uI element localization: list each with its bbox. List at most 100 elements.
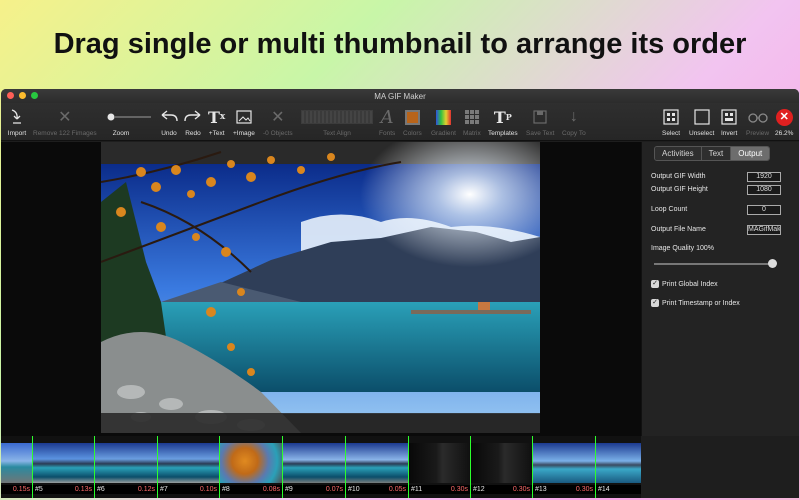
panel-tabs: Activities Text Output [654,146,771,161]
frame-info-bar: #8 0.08s [220,485,282,494]
frame-info-bar: #12 0.30s [471,485,532,494]
image-quality-slider-knob[interactable] [768,259,777,268]
thumbnail-frame[interactable]: #13 0.30s [533,439,595,494]
tab-output[interactable]: Output [731,147,770,160]
thumbnail-frame[interactable]: #6 0.12s [95,439,157,494]
frame-info-bar: #9 0.07s [283,485,345,494]
window-controls [7,92,38,99]
thumbnail-frame[interactable]: #12 0.30s [471,439,532,494]
remove-frames-label: Remove 122 Fimages [33,130,97,137]
frame-preview [1,443,32,483]
import-button[interactable]: Import [7,105,27,137]
copy-to-button[interactable]: ↓ Copy To [562,105,586,137]
thumbnail-frame[interactable]: #10 0.05s [346,439,408,494]
promo-banner: Drag single or multi thumbnail to arrang… [53,27,747,60]
output-height-field[interactable]: 1080 [747,185,781,195]
frame-preview [533,443,595,483]
undo-button[interactable]: Undo [159,105,179,137]
frame-preview [409,443,470,483]
frame-preview [346,443,408,483]
unselect-button[interactable]: Unselect [689,105,714,137]
zoom-level-readout: 26.2% [775,130,794,137]
zoom-slider-track[interactable] [107,105,151,129]
glasses-icon [747,105,768,129]
save-text-button[interactable]: Save Text [526,105,554,137]
frame-info-bar: 0.15s [1,485,32,494]
colors-label: Colors [403,130,422,137]
frame-duration: 0.07s [325,486,343,493]
close-window-button[interactable] [7,92,14,99]
delete-objects-button[interactable]: ✕ -0 Objects [263,105,293,137]
color-swatch-icon [404,105,420,129]
thumbnail-frame[interactable]: #14 [596,439,641,494]
add-text-button[interactable]: Tx +Text [208,105,226,138]
fonts-button[interactable]: A Fonts [379,105,395,138]
thumbnail-frame[interactable]: #11 0.30s [409,439,470,494]
frame-index: #8 [222,486,230,493]
output-height-label: Output GIF Height [651,186,708,193]
frame-index: #11 [411,486,423,493]
undo-label: Undo [161,130,177,137]
select-label: Select [662,130,681,137]
add-image-label: +Image [233,130,255,137]
frame-index: #14 [598,486,610,493]
toolbar: Import ✕ Remove 122 Fimages Zoom Undo Re… [1,103,799,141]
text-align-icon [301,105,373,129]
select-all-button[interactable]: Select [662,105,680,137]
output-filename-field[interactable]: MAGifMak [747,225,781,235]
frame-duration: 0.30s [575,486,593,493]
lake-photo [101,142,540,433]
redo-button[interactable]: Redo [183,105,203,137]
templates-button[interactable]: TP Templates [488,105,518,138]
print-global-index-checkbox[interactable]: ✓ Print Global Index [651,280,718,288]
frame-index: #9 [285,486,293,493]
title-bar: MA GIF Maker [1,89,799,103]
output-width-field[interactable]: 1920 [747,172,781,182]
redo-icon [183,105,203,129]
text-align-label: Text Align [323,130,351,137]
zoom-slider[interactable]: Zoom [107,105,151,137]
add-text-label: +Text [208,130,225,137]
thumbnail-frame[interactable]: #5 0.13s [33,439,94,494]
frame-info-bar: #6 0.12s [95,485,157,494]
frame-index: #6 [97,486,105,493]
add-image-button[interactable]: +Image [233,105,255,137]
tab-text[interactable]: Text [701,147,732,160]
remove-frames-button[interactable]: ✕ Remove 122 Fimages [33,105,97,137]
checkmark-icon: ✓ [651,299,659,307]
print-timestamp-checkbox[interactable]: ✓ Print Timestamp or Index [651,299,740,307]
matrix-button[interactable]: Matrix [463,105,481,137]
frame-info-bar: #10 0.05s [346,485,408,494]
colors-button[interactable]: Colors [403,105,422,137]
gradient-button[interactable]: Gradient [431,105,456,137]
loop-count-field[interactable]: 0 [747,205,781,215]
frame-index: #5 [35,486,43,493]
thumbnail-frame[interactable]: 0.15s [1,439,32,494]
tab-activities[interactable]: Activities [655,147,702,160]
print-timestamp-label: Print Timestamp or Index [662,299,740,307]
frame-preview [33,443,94,483]
frame-duration: 0.15s [12,486,30,493]
frame-duration: 0.30s [512,486,530,493]
minimize-window-button[interactable] [19,92,26,99]
text-icon: Tx [208,107,226,127]
invert-selection-button[interactable]: Invert [721,105,737,137]
frame-preview [95,443,157,483]
thumbnail-frame[interactable]: #7 0.10s [158,439,219,494]
image-quality-slider[interactable] [654,263,774,265]
inspector-panel: Activities Text Output Output GIF Width … [641,142,799,436]
frame-preview [158,443,219,483]
gradient-icon [435,105,451,129]
preview-button[interactable]: Preview [746,105,769,137]
zoom-window-button[interactable] [31,92,38,99]
thumbnail-frame[interactable]: #8 0.08s [220,439,282,494]
image-canvas[interactable] [101,142,540,433]
frame-info-bar: #14 [596,485,641,494]
preview-label: Preview [746,130,770,137]
text-align-control[interactable]: Text Align [301,105,373,137]
frame-info-bar: #7 0.10s [158,485,219,494]
close-project-button[interactable]: ✕ 26.2% [775,105,793,137]
zoom-label: Zoom [112,130,130,137]
app-window: MA GIF Maker Import ✕ Remove 122 Fimages… [1,89,799,498]
thumbnail-frame[interactable]: #9 0.07s [283,439,345,494]
